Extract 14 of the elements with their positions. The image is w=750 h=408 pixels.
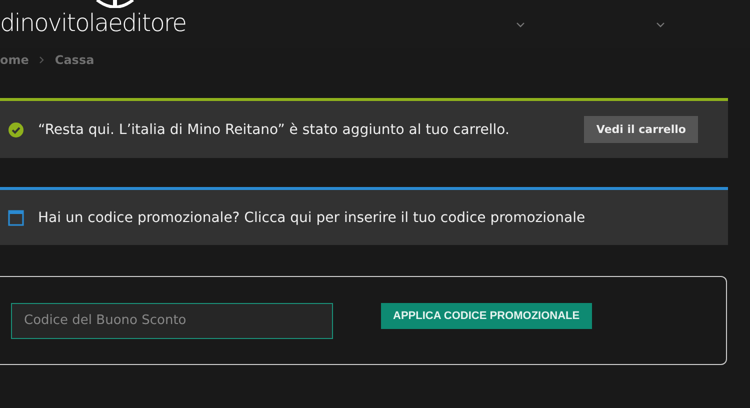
window-icon (8, 210, 24, 226)
notice-message: Hai un codice promozionale? Clicca qui per inserire il tuo codice promozionale (38, 210, 586, 226)
logo[interactable]: dinovitolaeditore (0, 8, 186, 38)
apply-coupon-button[interactable]: APPLICA CODICE PROMOZIONALE (381, 302, 592, 328)
view-cart-button[interactable]: Vedi il carrello (584, 116, 698, 143)
chevron-down-icon[interactable] (656, 22, 664, 28)
check-circle-icon (8, 122, 24, 138)
coupon-input-field[interactable]: Codice del Buono Sconto (11, 302, 333, 338)
chevron-down-icon[interactable] (516, 22, 524, 28)
breadcrumb-link[interactable]: ome (0, 53, 29, 67)
logo-icon (95, 0, 135, 8)
notice-message: “Resta qui. L’italia di Mino Reitano” è stato aggiunto al tuo carrello. (38, 122, 510, 138)
breadcrumb-link[interactable]: Cassa (54, 53, 94, 67)
breadcrumb-separator-icon (38, 56, 45, 64)
